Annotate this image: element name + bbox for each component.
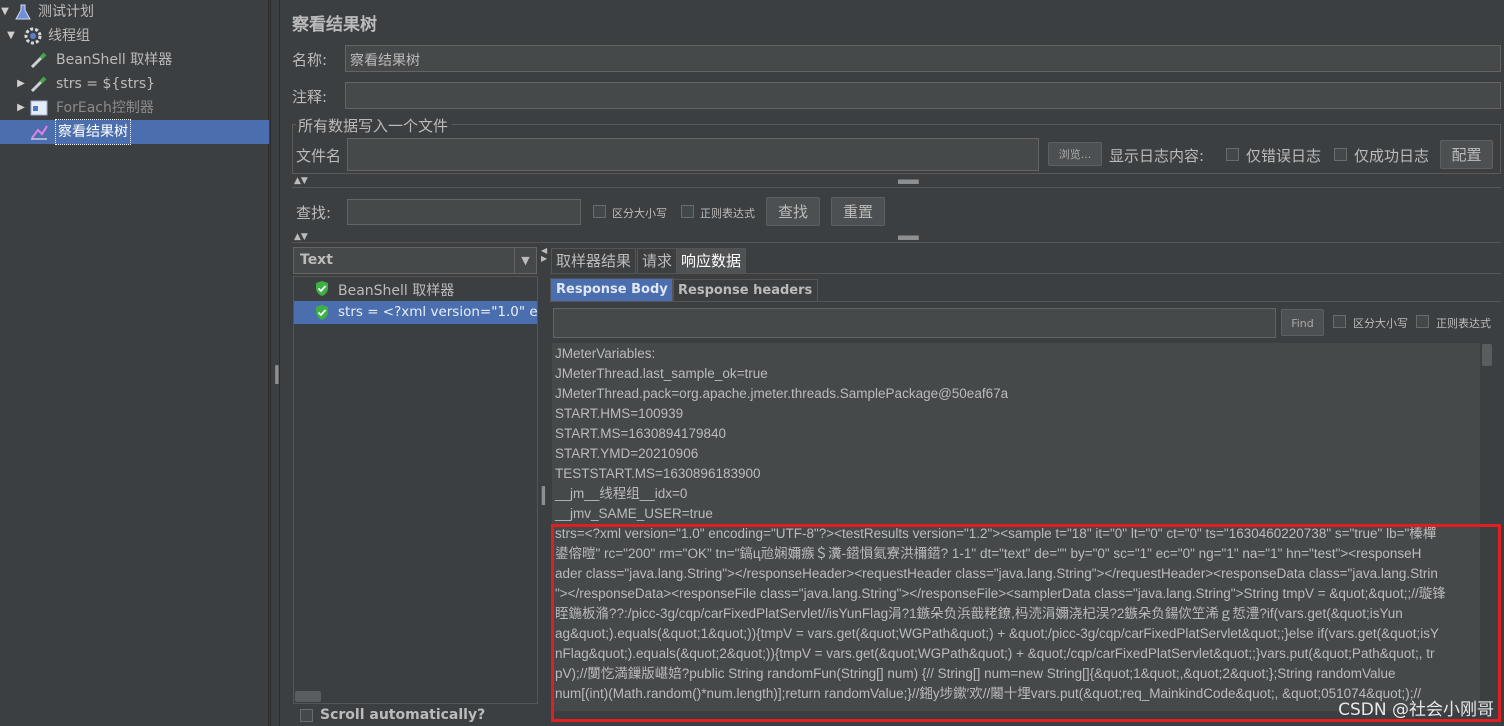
gear-icon (24, 27, 42, 45)
response-line: JMeterVariables: (555, 346, 656, 361)
response-case-sensitive-label: 区分大小写 (1353, 317, 1408, 330)
results-splitter[interactable]: ◀ ▶ ▮ ▮ ▮ (541, 247, 547, 717)
scroll-auto-label: Scroll automatically? (320, 707, 486, 723)
name-field-value: 察看结果树 (350, 53, 420, 69)
chevron-down-icon[interactable]: ▼ (514, 248, 536, 273)
search-input[interactable] (347, 199, 581, 225)
tree-item-test-plan[interactable]: ▼ 测试计划 (0, 1, 269, 23)
browse-button[interactable]: 浏览... (1048, 142, 1102, 166)
pipette-icon (30, 76, 47, 92)
pipette-icon (30, 52, 47, 68)
renderer-select-value: Text (300, 252, 333, 268)
response-line: JMeterThread.last_sample_ok=true (555, 366, 768, 381)
tab-response-body[interactable]: Response Body (550, 278, 674, 301)
tab-sampler-result[interactable]: 取样器结果 (551, 248, 637, 273)
success-only-checkbox[interactable] (1334, 148, 1347, 161)
list-item[interactable]: BeanShell 取样器 (294, 277, 537, 300)
response-line: __jm__线程组__idx=0 (555, 486, 688, 501)
comment-label: 注释: (292, 88, 328, 106)
group-border (452, 124, 1501, 125)
tab-response-data[interactable]: 响应数据 (676, 248, 747, 273)
controller-icon (30, 100, 48, 116)
tree-splitter[interactable]: ▮ ▮ ▮ (270, 0, 280, 726)
response-line: JMeterThread.pack=org.apache.jmeter.thre… (555, 386, 1009, 401)
comment-field[interactable] (345, 82, 1501, 109)
tree-item-beanshell-sampler[interactable]: BeanShell 取样器 (0, 49, 269, 71)
file-group-title: 所有数据写入一个文件 (298, 117, 449, 135)
expanded-arrow-icon[interactable]: ▼ (6, 25, 16, 47)
log-content-label: 显示日志内容: (1109, 147, 1205, 165)
tree-item-label: 测试计划 (38, 4, 94, 20)
watermark: CSDN @社会小刚哥 (1338, 700, 1494, 720)
tree-item-label: ForEach控制器 (56, 100, 154, 116)
regex-label: 正则表达式 (700, 207, 755, 220)
grip-icon[interactable]: ▪▪▪▪▪ (897, 233, 919, 243)
search-label: 查找: (296, 204, 332, 222)
tree-item-label: strs = ${strs} (56, 76, 156, 92)
response-find-input[interactable] (553, 308, 1276, 338)
chart-icon (31, 125, 48, 140)
case-sensitive-label: 区分大小写 (612, 207, 667, 220)
scrollbar-thumb[interactable] (1482, 344, 1492, 366)
collapse-arrows-icon[interactable]: ▲▼ (294, 176, 308, 186)
sub-tabs: Response Body Response headers (550, 278, 1501, 302)
regex-checkbox[interactable] (681, 205, 694, 218)
tree-item-foreach-controller[interactable]: ▶ ForEach控制器 (0, 97, 269, 119)
reset-button[interactable]: 重置 (831, 197, 885, 226)
grip-icon: ▮ ▮ ▮ (541, 485, 546, 507)
response-line: START.HMS=100939 (555, 406, 684, 421)
divider (292, 187, 1501, 188)
renderer-select[interactable]: Text ▼ (293, 247, 537, 274)
tab-response-headers[interactable]: Response headers (672, 279, 819, 302)
config-button[interactable]: 配置 (1440, 140, 1493, 169)
response-regex-checkbox[interactable] (1416, 315, 1429, 328)
main-tabs: 取样器结果 请求 响应数据 (550, 248, 1501, 274)
tree-item-label: BeanShell 取样器 (56, 52, 173, 68)
scroll-auto-checkbox[interactable] (300, 709, 313, 722)
errors-only-checkbox[interactable] (1226, 148, 1239, 161)
expanded-arrow-icon[interactable]: ▼ (0, 1, 10, 23)
tree-item-label: 察看结果树 (55, 119, 131, 145)
response-line: START.YMD=20210906 (555, 446, 699, 461)
flask-icon (15, 4, 31, 20)
response-line: __jmv_SAME_USER=true (555, 506, 713, 521)
collapsed-arrow-icon[interactable]: ▶ (16, 73, 26, 95)
response-regex-label: 正则表达式 (1436, 317, 1491, 330)
sample-label: BeanShell 取样器 (338, 283, 455, 299)
response-line: TESTSTART.MS=1630896183900 (555, 466, 761, 481)
collapse-arrows-icon[interactable]: ◀ ▶ (541, 247, 547, 263)
file-name-label: 文件名 (296, 147, 342, 165)
tab-request[interactable]: 请求 (637, 248, 678, 273)
tree-item-label: 线程组 (48, 28, 90, 44)
name-label: 名称: (292, 51, 328, 69)
success-shield-icon (316, 281, 328, 296)
errors-only-label: 仅错误日志 (1246, 147, 1322, 165)
tree-item-thread-group[interactable]: ▼ 线程组 (0, 25, 269, 47)
response-find-button[interactable]: Find (1281, 309, 1324, 336)
group-border (292, 124, 296, 125)
response-case-sensitive-checkbox[interactable] (1333, 315, 1346, 328)
horizontal-scrollbar[interactable] (295, 691, 321, 702)
sample-label: strs = <?xml version="1.0" enco (338, 304, 537, 320)
sample-results-list: BeanShell 取样器 strs = <?xml version="1.0"… (293, 276, 538, 704)
tree-item-strs-sampler[interactable]: ▶ strs = ${strs} (0, 73, 269, 95)
list-item-selected[interactable]: strs = <?xml version="1.0" enco (294, 301, 537, 324)
collapsed-arrow-icon[interactable]: ▶ (16, 97, 26, 119)
grip-icon: ▮ ▮ ▮ (274, 364, 280, 386)
success-only-label: 仅成功日志 (1354, 147, 1430, 165)
collapse-arrows-icon[interactable]: ▲▼ (294, 232, 308, 242)
case-sensitive-checkbox[interactable] (593, 205, 606, 218)
page-title: 察看结果树 (292, 15, 377, 35)
red-highlight-box (551, 524, 1501, 722)
file-name-field[interactable] (347, 138, 1039, 171)
response-line: START.MS=1630894179840 (555, 426, 726, 441)
test-plan-tree: ▼ 测试计划 ▼ 线程组 BeanShell 取样器 ▶ strs = ${st… (0, 0, 269, 726)
grip-icon[interactable]: ▪▪▪▪▪ (897, 177, 919, 187)
success-shield-icon (316, 305, 328, 320)
name-field[interactable]: 察看结果树 (345, 45, 1501, 72)
find-button[interactable]: 查找 (766, 197, 820, 226)
tree-item-view-results-tree[interactable]: 察看结果树 (0, 119, 269, 145)
